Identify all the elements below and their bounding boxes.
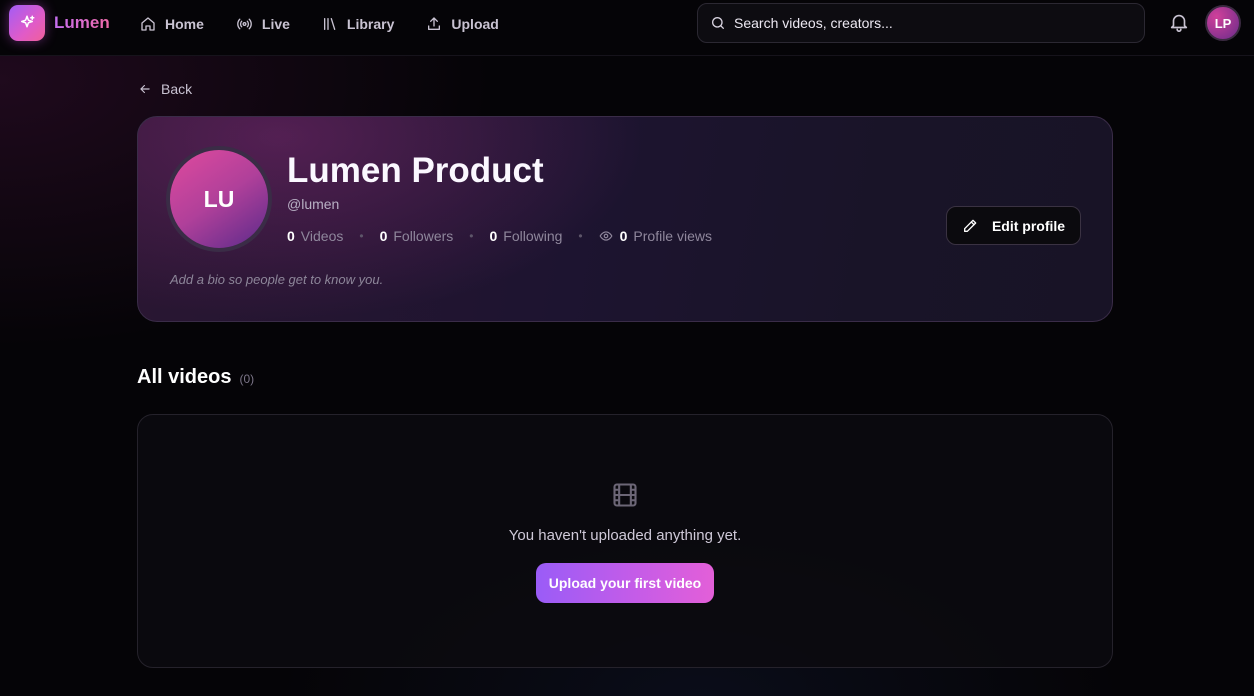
stat-separator: • xyxy=(578,229,583,243)
top-bar: Lumen Home Live Library Upload Search vi… xyxy=(0,0,1254,56)
stat-views-value: 0 xyxy=(619,228,628,244)
sparkles-icon xyxy=(9,5,45,41)
stat-videos-value: 0 xyxy=(287,228,295,244)
nav-item-home[interactable]: Home xyxy=(140,13,204,35)
main-nav: Home Live Library Upload xyxy=(140,13,531,35)
search-input[interactable] xyxy=(734,15,1114,31)
nav-item-label: Library xyxy=(346,16,395,32)
back-link[interactable]: Back xyxy=(138,81,192,97)
profile-avatar: LU xyxy=(166,146,272,252)
stat-separator: • xyxy=(469,229,474,243)
app-name: Lumen xyxy=(54,13,110,32)
edit-profile-button[interactable]: Edit profile xyxy=(946,206,1081,245)
user-avatar[interactable]: LP xyxy=(1205,5,1241,41)
profile-bio[interactable]: Add a bio so people get to know you. xyxy=(170,272,383,287)
profile-handle: @lumen xyxy=(287,196,340,212)
videos-section-header: All videos (0) xyxy=(137,366,254,389)
stat-followers-label: Followers xyxy=(393,228,454,244)
home-icon xyxy=(141,17,155,31)
back-label: Back xyxy=(161,81,193,97)
stat-following-value: 0 xyxy=(489,228,498,244)
videos-empty-state: You haven't uploaded anything yet. Uploa… xyxy=(137,414,1113,668)
nav-item-label: Upload xyxy=(451,16,499,32)
nav-item-library[interactable]: Library xyxy=(322,13,394,35)
nav-item-upload[interactable]: Upload xyxy=(426,13,499,35)
profile-stats: 0 Videos • 0 Followers • 0 Following • 0… xyxy=(287,228,712,244)
stat-following: 0 Following xyxy=(489,228,562,244)
bell-icon[interactable] xyxy=(1168,11,1190,38)
film-icon xyxy=(611,481,639,514)
nav-item-label: Live xyxy=(261,16,290,32)
nav-item-label: Home xyxy=(165,16,204,32)
profile-card: LU Lumen Product @lumen 0 Videos • 0 Fol… xyxy=(137,116,1113,322)
broadcast-icon xyxy=(237,18,252,30)
nav-item-live[interactable]: Live xyxy=(236,13,290,35)
upload-first-video-button[interactable]: Upload your first video xyxy=(536,563,714,603)
stat-followers: 0 Followers xyxy=(380,228,454,244)
arrow-left-icon xyxy=(140,84,150,94)
stat-profile-views: 0 Profile views xyxy=(599,228,712,244)
stat-videos: 0 Videos xyxy=(287,228,343,244)
search-icon xyxy=(712,17,724,29)
empty-state-message: You haven't uploaded anything yet. xyxy=(508,527,742,544)
pencil-icon xyxy=(963,219,977,232)
library-icon xyxy=(323,18,336,30)
search-bar[interactable] xyxy=(697,3,1145,43)
stat-separator: • xyxy=(359,229,364,243)
stat-followers-value: 0 xyxy=(379,228,388,244)
app-logo[interactable]: Lumen xyxy=(9,5,110,41)
profile-name: Lumen Product xyxy=(287,151,544,190)
upload-icon xyxy=(428,17,441,30)
videos-section-title: All videos xyxy=(137,366,232,388)
edit-profile-label: Edit profile xyxy=(991,217,1066,234)
stat-videos-label: Videos xyxy=(300,228,344,244)
videos-count: (0) xyxy=(239,372,255,386)
stat-following-label: Following xyxy=(503,228,563,244)
stat-views-label: Profile views xyxy=(633,228,712,244)
eye-icon xyxy=(599,231,613,241)
